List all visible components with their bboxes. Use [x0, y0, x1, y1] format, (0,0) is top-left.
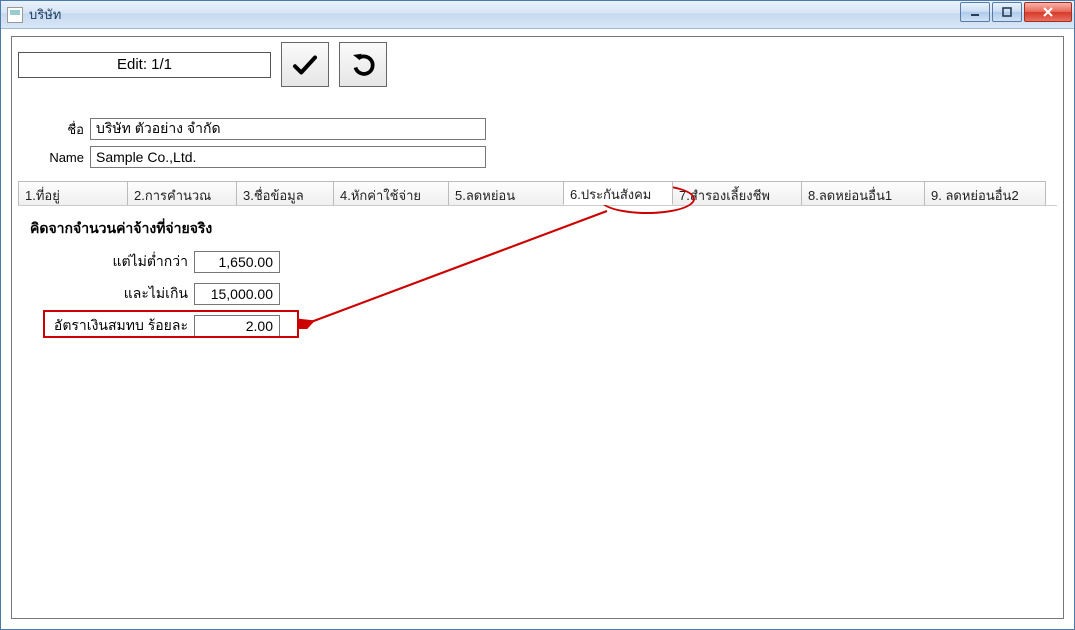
company-name-block: ชื่อ บริษัท ตัวอย่าง จำกัด Name Sample C… [44, 117, 1063, 169]
name-th-input[interactable]: บริษัท ตัวอย่าง จำกัด [90, 118, 486, 140]
tab-deduction[interactable]: 5.ลดหย่อน [448, 181, 564, 205]
minimize-icon [969, 6, 981, 18]
maximize-button[interactable] [992, 2, 1022, 22]
undo-icon [348, 50, 378, 80]
close-icon [1041, 6, 1055, 18]
undo-button[interactable] [339, 42, 387, 87]
tab-provident[interactable]: 7.สำรองเลี้ยงชีพ [672, 181, 802, 205]
min-wage-input[interactable]: 1,650.00 [194, 251, 280, 273]
titlebar: บริษัท [1, 1, 1074, 29]
minimize-button[interactable] [960, 2, 990, 22]
app-icon [7, 7, 23, 23]
min-wage-label: แต่ไม่ต่ำกว่า [30, 251, 194, 273]
window-buttons [960, 2, 1072, 22]
tab-dataname[interactable]: 3.ชื่อข้อมูล [236, 181, 334, 205]
rate-label: อัตราเงินสมทบ ร้อยละ [30, 315, 194, 337]
close-button[interactable] [1024, 2, 1072, 22]
name-en-input[interactable]: Sample Co.,Ltd. [90, 146, 486, 168]
row-min-wage: แต่ไม่ต่ำกว่า 1,650.00 [30, 248, 1045, 276]
edit-status-box: Edit: 1/1 [18, 52, 271, 78]
tab-calculation[interactable]: 2.การคำนวณ [127, 181, 237, 205]
tab-other-deduct2[interactable]: 9. ลดหย่อนอื่น2 [924, 181, 1046, 205]
tab-social-security[interactable]: 6.ประกันสังคม [563, 181, 673, 205]
max-wage-label: และไม่เกิน [30, 283, 194, 305]
row-max-wage: และไม่เกิน 15,000.00 [30, 280, 1045, 308]
row-rate: อัตราเงินสมทบ ร้อยละ 2.00 [30, 312, 1045, 340]
name-th-label: ชื่อ [44, 119, 90, 140]
rate-input[interactable]: 2.00 [194, 315, 280, 337]
panel-heading: คิดจากจำนวนค่าจ้างที่จ่ายจริง [30, 218, 1045, 240]
check-icon [290, 50, 320, 80]
toolbar: Edit: 1/1 [12, 37, 1063, 87]
tab-strip: 1.ที่อยู่ 2.การคำนวณ 3.ชื่อข้อมูล 4.หักค… [18, 181, 1057, 206]
tab-other-deduct1[interactable]: 8.ลดหย่อนอื่น1 [801, 181, 925, 205]
content-area: Edit: 1/1 ชื่อ บริษัท ตัวอย่าง จำกัด Nam… [11, 36, 1064, 619]
app-window: บริษัท Edit: 1/1 [0, 0, 1075, 630]
window-title: บริษัท [29, 4, 61, 25]
max-wage-input[interactable]: 15,000.00 [194, 283, 280, 305]
confirm-button[interactable] [281, 42, 329, 87]
tab-panel-social-security: คิดจากจำนวนค่าจ้างที่จ่ายจริง แต่ไม่ต่ำก… [12, 206, 1063, 356]
tab-expense[interactable]: 4.หักค่าใช้จ่าย [333, 181, 449, 205]
maximize-icon [1001, 6, 1013, 18]
name-en-label: Name [44, 150, 90, 165]
tab-address[interactable]: 1.ที่อยู่ [18, 181, 128, 205]
